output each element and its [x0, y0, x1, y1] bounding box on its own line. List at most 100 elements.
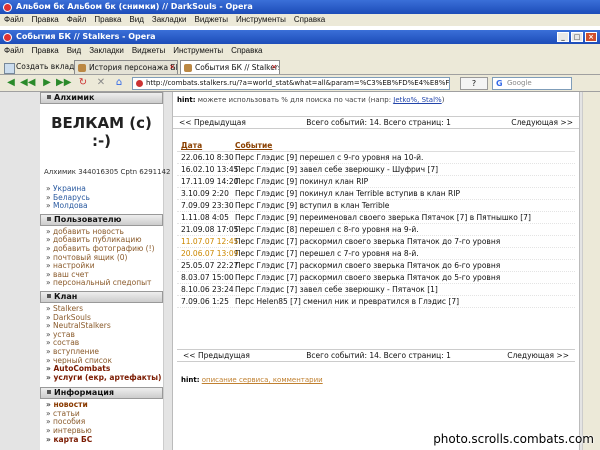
user-link[interactable]: персональный спедопыт: [40, 279, 163, 288]
col-date[interactable]: Дата: [177, 140, 235, 151]
event-text: Перс Глэдис [8] перешел с 8-го уровня на…: [235, 225, 419, 234]
sidebar: Алхимик ВЕЛКАМ (с) :-) Алхимик 344016305…: [40, 92, 171, 450]
sidebar-header-user: Пользователю: [40, 213, 163, 226]
event-date: 21.09.08 17:05: [181, 225, 239, 234]
menu-item[interactable]: Файл: [63, 15, 91, 24]
menu-widgets[interactable]: Виджеты: [128, 46, 169, 55]
opera-icon: [3, 3, 12, 12]
menu-tools[interactable]: Инструменты: [169, 46, 227, 55]
sidebar-header-clan: Клан: [40, 290, 163, 303]
info-link-bold[interactable]: карта БС: [40, 435, 163, 445]
page-content: Алхимик ВЕЛКАМ (с) :-) Алхимик 344016305…: [0, 92, 600, 450]
search-hint: hint: можете использовать % для поиска п…: [173, 92, 579, 108]
back-window-title: Альбом бк Альбом бк (снимки) // DarkSoul…: [16, 2, 253, 11]
sidebar-header-alchemist: Алхимик: [40, 92, 163, 104]
hint-text: можете использовать % для поиска по част…: [197, 96, 392, 104]
menu-item[interactable]: Вид: [125, 15, 147, 24]
menu-item[interactable]: Инструменты: [232, 15, 290, 24]
address-toolbar: ◀ ◀◀ ▶ ▶▶ ↻ ✕ ⌂ http://combats.stalkers.…: [0, 75, 600, 92]
rewind-icon[interactable]: ◀◀: [20, 77, 35, 90]
next-page-link[interactable]: Следующая >>: [511, 117, 573, 128]
event-date: 17.11.09 14:20: [181, 177, 239, 186]
menu-edit[interactable]: Правка: [28, 46, 63, 55]
welcome-logo: ВЕЛКАМ (с) :-): [51, 114, 152, 150]
event-row: 20.06.07 13:09 Перс Глэдис [7] перешел с …: [177, 248, 575, 260]
back-window-titlebar[interactable]: Альбом бк Альбом бк (снимки) // DarkSoul…: [0, 0, 600, 14]
users-online: Алхимик 344016305 Cptn 6291142: [44, 168, 171, 176]
menu-item[interactable]: Правка: [90, 15, 125, 24]
new-tab-button[interactable]: Создать вкладку: [4, 61, 83, 74]
event-date: 16.02.10 13:45: [181, 165, 239, 174]
event-text: Перс Глэдис [9] перешел с 9-го уровня на…: [235, 153, 424, 162]
event-row: 8.10.06 23:24 Перс Глэдис [7] завел себе …: [177, 284, 575, 296]
back-browser-window: Альбом бк Альбом бк (снимки) // DarkSoul…: [0, 0, 600, 30]
prev-page-link[interactable]: << Предыдущая: [183, 350, 250, 361]
footer-hint: hint: описание сервиса, комментарии: [177, 372, 575, 388]
event-row: 8.03.07 15:00 Перс Глэдис [7] раскормил с…: [177, 272, 575, 284]
event-date: 11.07.07 12:45: [181, 237, 239, 246]
event-row: 25.05.07 22:27 Перс Глэдис [7] раскормил …: [177, 260, 575, 272]
event-row: 7.09.06 1:25 Перс Helen85 [7] сменил ник …: [177, 296, 575, 308]
footer-hint-label: hint:: [181, 376, 200, 384]
event-date: 7.09.09 23:30: [181, 201, 234, 210]
prev-page-link[interactable]: << Предыдущая: [179, 117, 246, 128]
maximize-icon[interactable]: □: [571, 32, 583, 42]
favicon-icon: [78, 64, 86, 72]
tab-history[interactable]: История персонажа БК ... ×: [74, 60, 178, 74]
tab-events[interactable]: События БК // Stalkers ×: [180, 60, 280, 74]
next-page-link[interactable]: Следующая >>: [507, 350, 569, 361]
menu-item[interactable]: Правка: [28, 15, 63, 24]
events-summary: Всего событий: 14. Всего страниц: 1: [306, 118, 451, 127]
hint-close: ): [441, 96, 445, 104]
event-text: Перс Глэдис [9] вступил в клан Terrible: [235, 201, 390, 210]
event-text: Перс Глэдис [7] перешел с 7-го уровня на…: [235, 249, 419, 258]
home-icon[interactable]: ⌂: [112, 77, 126, 90]
event-row: 11.07.07 12:45 Перс Глэдис [7] раскормил …: [177, 236, 575, 248]
forward-arrow-icon[interactable]: ▶: [40, 77, 54, 90]
fast-forward-icon[interactable]: ▶▶: [56, 77, 71, 90]
menu-file[interactable]: Файл: [0, 46, 28, 55]
events-panel: hint: можете использовать % для поиска п…: [172, 92, 580, 450]
event-text: Перс Глэдис [9] покинул клан Terrible вс…: [235, 189, 460, 198]
watermark: photo.scrolls.combats.com: [433, 432, 594, 446]
minimize-icon[interactable]: _: [557, 32, 569, 42]
menu-view[interactable]: Вид: [63, 46, 85, 55]
event-date: 7.09.06 1:25: [181, 297, 229, 306]
front-window-title: События БК // Stalkers - Opera: [16, 32, 156, 41]
menu-item[interactable]: Виджеты: [191, 15, 232, 24]
close-icon[interactable]: ×: [585, 32, 597, 42]
page-scrollbar[interactable]: [582, 92, 600, 450]
event-text: Перс Глэдис [7] раскормил своего зверька…: [235, 273, 501, 282]
front-window-titlebar[interactable]: События БК // Stalkers - Opera _ □ ×: [0, 30, 600, 44]
close-tab-icon[interactable]: ×: [271, 61, 277, 74]
clan-link-bold[interactable]: услуги (екр, артефакты): [40, 373, 163, 383]
service-description-link[interactable]: описание сервиса, комментарии: [202, 376, 323, 384]
address-input[interactable]: http://combats.stalkers.ru/?a=world_stat…: [132, 77, 450, 90]
event-text: Перс Глэдис [9] переименовал своего звер…: [235, 213, 531, 222]
event-row: 17.11.09 14:20 Перс Глэдис [9] покинул кл…: [177, 176, 575, 188]
back-arrow-icon[interactable]: ◀: [4, 77, 18, 90]
col-event[interactable]: Событие: [235, 140, 575, 151]
event-row: 22.06.10 8:30 Перс Глэдис [9] перешел с 9…: [177, 152, 575, 164]
menu-item[interactable]: Справка: [290, 15, 329, 24]
events-summary: Всего событий: 14. Всего страниц: 1: [306, 351, 451, 360]
stop-icon[interactable]: ✕: [94, 77, 108, 90]
pager-bottom: << Предыдущая Всего событий: 14. Всего с…: [177, 349, 575, 362]
menu-item[interactable]: Закладки: [148, 15, 191, 24]
country-link[interactable]: Молдова: [40, 202, 163, 211]
menu-bookmarks[interactable]: Закладки: [85, 46, 128, 55]
event-text: Перс Глэдис [7] раскормил своего зверька…: [235, 237, 501, 246]
reload-icon[interactable]: ↻: [76, 77, 90, 90]
hint-examples[interactable]: Jetko%, Stal%: [393, 96, 441, 104]
search-input[interactable]: Google: [492, 77, 572, 90]
event-text: Перс Глэдис [9] покинул клан RIP: [235, 177, 369, 186]
pager-top: << Предыдущая Всего событий: 14. Всего с…: [173, 116, 579, 129]
favicon-icon: [184, 64, 192, 72]
menu-item[interactable]: Файл: [0, 15, 28, 24]
left-gutter: [0, 92, 40, 450]
event-date: 1.11.08 4:05: [181, 213, 229, 222]
menu-help[interactable]: Справка: [227, 46, 266, 55]
close-tab-icon[interactable]: ×: [169, 61, 175, 74]
help-button[interactable]: ?: [460, 77, 488, 90]
events-header-row: Дата Событие: [177, 140, 575, 152]
